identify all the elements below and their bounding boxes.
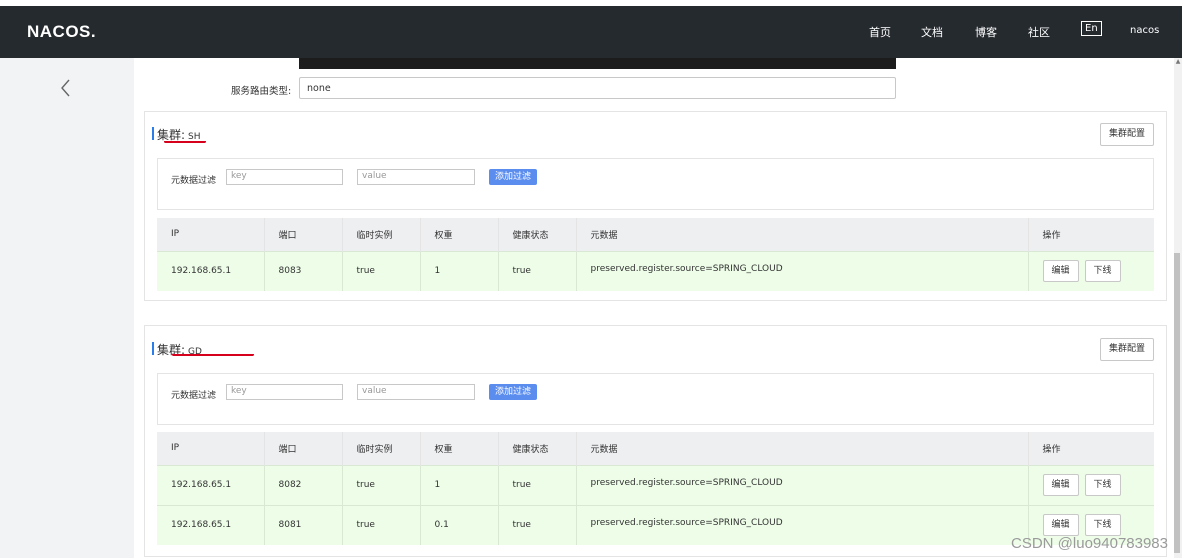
cell-weight: 0.1	[420, 504, 499, 545]
cell-metadata: preserved.register.source=SPRING_CLOUD	[576, 464, 1029, 505]
csdn-watermark: CSDN @luo940783983	[1011, 535, 1168, 552]
cluster-config-button[interactable]: 集群配置	[1099, 338, 1154, 361]
edit-button[interactable]: 编辑	[1042, 260, 1079, 283]
column-header: 健康状态	[498, 218, 577, 251]
scroll-thumb[interactable]	[1174, 253, 1180, 553]
column-header: 元数据	[576, 432, 1029, 465]
column-header: IP	[157, 432, 265, 465]
cell-weight: 1	[420, 464, 499, 505]
cell-ip: 192.168.65.1	[157, 504, 265, 545]
cluster-panel-sh: 集群: SH 集群配置 元数据过滤 key value 添加过滤 IP 端口 临时…	[144, 111, 1167, 301]
nav-blog[interactable]: 博客	[975, 24, 997, 40]
cell-actions: 编辑 下线	[1028, 464, 1154, 505]
cluster-config-button[interactable]: 集群配置	[1099, 123, 1154, 146]
cell-ip: 192.168.65.1	[157, 250, 265, 291]
red-underline-annotation	[172, 353, 254, 356]
redacted-bar	[299, 58, 896, 69]
nav-home[interactable]: 首页	[869, 24, 891, 40]
metadata-filter-label: 元数据过滤	[171, 391, 217, 401]
route-type-field[interactable]: none	[299, 77, 896, 99]
table-row: 192.168.65.1 8082 true 1 true preserved.…	[157, 464, 1154, 505]
metadata-filter: 元数据过滤 key value 添加过滤	[157, 158, 1154, 210]
cell-ephemeral: true	[342, 464, 421, 505]
filter-key-input[interactable]: key	[226, 384, 343, 400]
offline-button[interactable]: 下线	[1084, 474, 1121, 496]
scrollbar[interactable]: ▲	[1174, 58, 1182, 558]
chevron-left-icon[interactable]	[58, 78, 74, 98]
column-header: IP	[157, 218, 265, 251]
add-filter-button[interactable]: 添加过滤	[489, 169, 538, 185]
column-header: 健康状态	[498, 432, 577, 465]
cell-metadata: preserved.register.source=SPRING_CLOUD	[576, 504, 1029, 545]
cell-ephemeral: true	[342, 250, 421, 291]
cell-healthy: true	[498, 464, 577, 505]
column-header: 端口	[264, 432, 343, 465]
cell-weight: 1	[420, 250, 499, 291]
cell-actions: 编辑 下线	[1028, 250, 1154, 291]
top-navbar: NACOS. 首页 文档 博客 社区 En nacos	[0, 0, 1182, 58]
user-menu[interactable]: nacos	[1130, 25, 1159, 36]
column-header: 操作	[1028, 432, 1154, 465]
cell-ephemeral: true	[342, 504, 421, 545]
column-header: 元数据	[576, 218, 1029, 251]
nav-docs[interactable]: 文档	[921, 24, 943, 40]
offline-button[interactable]: 下线	[1084, 260, 1121, 283]
column-header: 临时实例	[342, 432, 421, 465]
cell-ip: 192.168.65.1	[157, 464, 265, 505]
language-switch[interactable]: En	[1081, 21, 1102, 36]
filter-value-input[interactable]: value	[357, 384, 475, 400]
table-header-row: IP 端口 临时实例 权重 健康状态 元数据 操作	[157, 432, 1154, 465]
filter-value-input[interactable]: value	[357, 169, 475, 185]
cell-metadata: preserved.register.source=SPRING_CLOUD	[576, 250, 1029, 291]
route-type-label: 服务路由类型:	[231, 86, 292, 97]
column-header: 权重	[420, 218, 499, 251]
table-header-row: IP 端口 临时实例 权重 健康状态 元数据 操作	[157, 218, 1154, 251]
edit-button[interactable]: 编辑	[1042, 514, 1079, 537]
column-header: 端口	[264, 218, 343, 251]
offline-button[interactable]: 下线	[1084, 514, 1121, 537]
cell-healthy: true	[498, 250, 577, 291]
nacos-logo[interactable]: NACOS.	[27, 22, 96, 42]
table-row: 192.168.65.1 8081 true 0.1 true preserve…	[157, 504, 1154, 545]
sidebar	[0, 58, 134, 558]
column-header: 临时实例	[342, 218, 421, 251]
cluster-panel-gd: 集群: GD 集群配置 元数据过滤 key value 添加过滤 IP 端口 临时…	[144, 325, 1167, 557]
cell-healthy: true	[498, 504, 577, 545]
table-row: 192.168.65.1 8083 true 1 true preserved.…	[157, 250, 1154, 291]
instance-table: IP 端口 临时实例 权重 健康状态 元数据 操作 192.168.65.1 8…	[157, 218, 1154, 291]
add-filter-button[interactable]: 添加过滤	[489, 384, 538, 400]
cell-port: 8082	[264, 464, 343, 505]
column-header: 操作	[1028, 218, 1154, 251]
instance-table: IP 端口 临时实例 权重 健康状态 元数据 操作 192.168.65.1 8…	[157, 432, 1154, 545]
metadata-filter: 元数据过滤 key value 添加过滤	[157, 373, 1154, 425]
cell-port: 8083	[264, 250, 343, 291]
scroll-up-arrow-icon[interactable]: ▲	[1174, 58, 1182, 66]
edit-button[interactable]: 编辑	[1042, 474, 1079, 496]
red-underline-annotation	[164, 140, 206, 143]
cell-port: 8081	[264, 504, 343, 545]
metadata-filter-label: 元数据过滤	[171, 176, 217, 186]
filter-key-input[interactable]: key	[226, 169, 343, 185]
nav-community[interactable]: 社区	[1028, 24, 1050, 40]
column-header: 权重	[420, 432, 499, 465]
